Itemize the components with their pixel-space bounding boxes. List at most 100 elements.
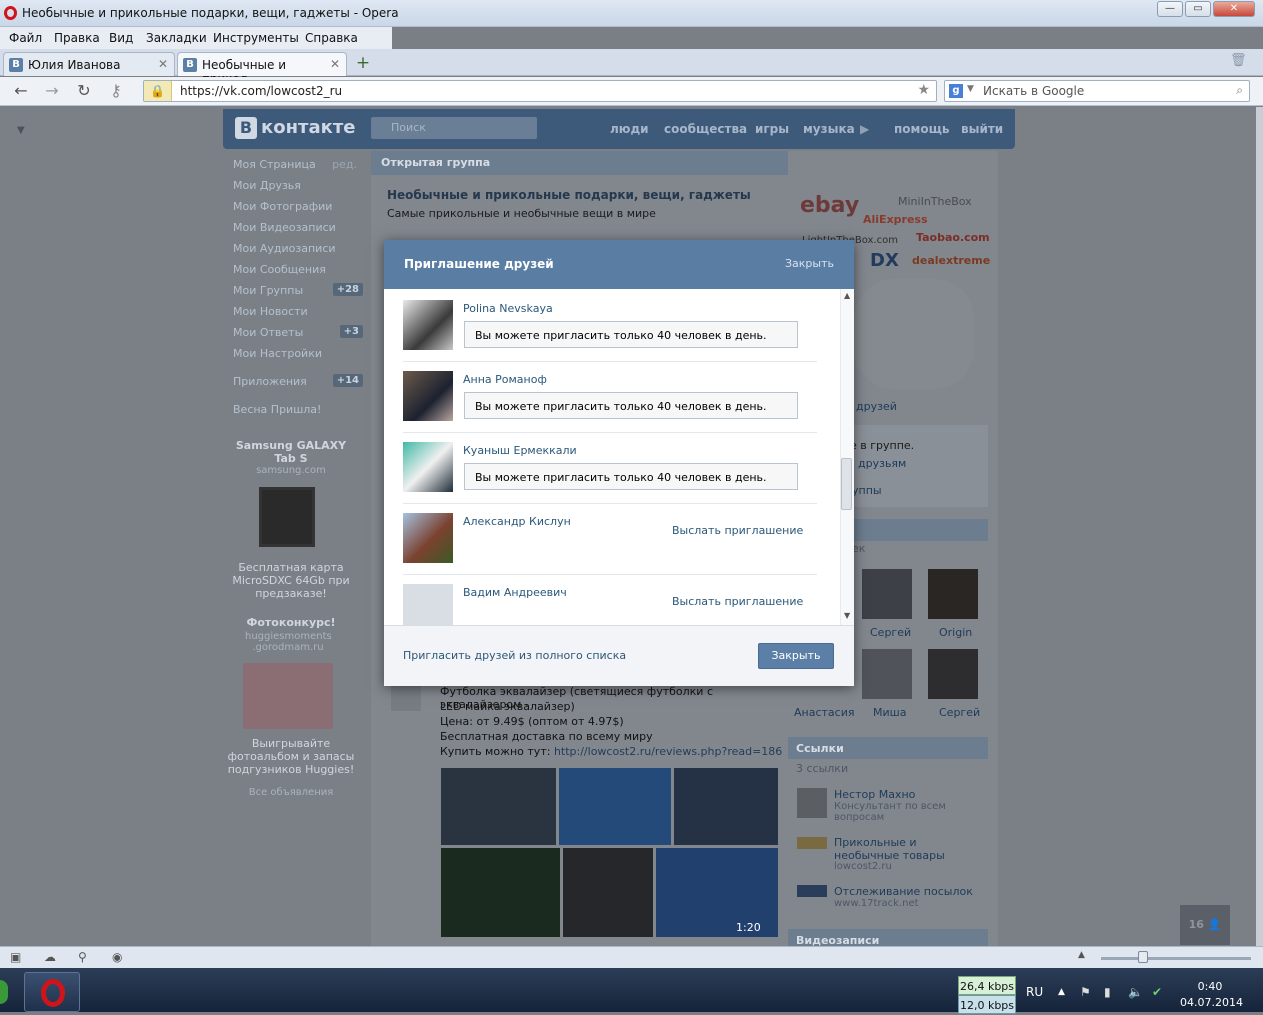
url-field[interactable]: 🔒 https://vk.com/lowcost2_ru ★ — [143, 80, 937, 102]
member-name[interactable]: Миша — [873, 706, 906, 719]
nav-games[interactable]: игры — [755, 122, 789, 136]
ad1-title[interactable]: Samsung GALAXY Tab S — [227, 439, 355, 465]
send-invite-link[interactable]: Выслать приглашение — [672, 595, 803, 608]
friend-avatar[interactable] — [403, 513, 453, 563]
nav-communities[interactable]: сообщества — [664, 122, 747, 136]
online-counter[interactable]: 16 👤 — [1180, 905, 1230, 945]
menu-view[interactable]: Вид — [109, 31, 133, 45]
friend-name[interactable]: Куаныш Ермеккали — [463, 444, 577, 457]
reload-button[interactable]: ↻ — [73, 81, 95, 101]
link-name[interactable]: Отслеживание посылок — [834, 885, 973, 898]
minimize-button[interactable]: — — [1157, 1, 1183, 17]
sidebar-item-friends[interactable]: Мои Друзья — [233, 179, 301, 192]
friend-avatar[interactable] — [403, 371, 453, 421]
menu-tools[interactable]: Инструменты — [213, 31, 299, 45]
ad1-text[interactable]: Бесплатная карта MicroSDXC 64Gb при пред… — [227, 561, 355, 600]
speed-dial-icon[interactable]: ◉ — [112, 950, 122, 964]
tab-yulia[interactable]: В Юлия Иванова ✕ — [3, 52, 175, 76]
search-field[interactable]: g ▼ Искать в Google ⌕ — [944, 80, 1250, 102]
opera-taskbar-button[interactable] — [24, 972, 80, 1012]
friend-name[interactable]: Polina Nevskaya — [463, 302, 553, 315]
ad2-text[interactable]: Выигрывайте фотоальбом и запасы подгузни… — [227, 737, 355, 776]
invite-friends-link[interactable]: друзей — [856, 400, 897, 413]
member-avatar[interactable] — [862, 569, 912, 619]
menu-bookmarks[interactable]: Закладки — [146, 31, 207, 45]
taobao-logo[interactable]: Taobao.com — [916, 231, 990, 244]
sidebar-item-photos[interactable]: Мои Фотографии — [233, 200, 332, 213]
sidebar-item-answers[interactable]: Мои Ответы — [233, 326, 303, 339]
friend-name[interactable]: Анна Романоф — [463, 373, 547, 386]
sidebar-item-apps[interactable]: Приложения — [233, 375, 307, 388]
clock[interactable]: 0:40 04.07.2014 — [1180, 980, 1243, 1009]
close-window-button[interactable]: ✕ — [1213, 1, 1255, 17]
tell-friends-link[interactable]: друзьям — [858, 457, 906, 470]
link-thumb[interactable] — [797, 788, 827, 818]
zoom-slider-handle[interactable] — [1138, 951, 1148, 963]
dropdown-icon[interactable]: ▼ — [967, 84, 974, 94]
member-avatar[interactable] — [862, 649, 912, 699]
friend-avatar[interactable] — [403, 442, 453, 492]
member-name[interactable]: Сергей — [939, 706, 980, 719]
member-avatar[interactable] — [928, 569, 978, 619]
close-tab-icon[interactable]: ✕ — [158, 57, 168, 71]
sidebar-item-news[interactable]: Мои Новости — [233, 305, 308, 318]
panel-toggle-icon[interactable]: ▼ — [17, 125, 25, 136]
aliexpress-logo[interactable]: AliExpress — [863, 213, 928, 226]
huggies-image[interactable] — [243, 663, 333, 729]
menu-edit[interactable]: Правка — [54, 31, 100, 45]
miniinthebox-logo[interactable]: MiniInTheBox — [898, 195, 972, 208]
member-avatar[interactable] — [928, 649, 978, 699]
all-ads-link[interactable]: Все объявления — [227, 787, 355, 798]
panel-icon[interactable]: ▣ — [10, 950, 21, 964]
zoom-slider[interactable] — [1101, 957, 1251, 960]
member-name[interactable]: Анастасия — [794, 706, 854, 719]
unite-icon[interactable]: ⚲ — [78, 950, 87, 964]
member-name[interactable]: Origin — [939, 626, 972, 639]
close-tab-icon[interactable]: ✕ — [330, 57, 340, 71]
page-scrollbar[interactable] — [1256, 107, 1263, 946]
tab-group[interactable]: В Необычные и прикол... ✕ — [177, 52, 347, 86]
menu-file[interactable]: Файл — [9, 31, 42, 45]
security-icon[interactable]: ✔ — [1152, 985, 1162, 999]
ad2-title[interactable]: Фотоконкурс! — [227, 616, 355, 629]
dialog-scroll-thumb[interactable] — [841, 458, 852, 510]
sidebar-item-videos[interactable]: Мои Видеозаписи — [233, 221, 336, 234]
nav-music[interactable]: музыка — [803, 122, 855, 136]
link-thumb[interactable] — [797, 885, 827, 897]
scroll-down-icon[interactable]: ▼ — [844, 611, 850, 620]
post-photo[interactable] — [674, 768, 778, 845]
dealextreme-logo[interactable]: dealextreme — [912, 254, 990, 267]
link-thumb[interactable] — [797, 837, 827, 849]
back-button[interactable]: ← — [10, 81, 32, 101]
post-buy-link[interactable]: http://lowcost2.ru/reviews.php?read=186 — [554, 745, 782, 758]
leave-group-link[interactable]: уппы — [852, 484, 882, 497]
sidebar-item-audio[interactable]: Мои Аудиозаписи — [233, 242, 336, 255]
nav-logout[interactable]: выйти — [961, 122, 1003, 136]
play-icon[interactable]: ▶ — [860, 122, 869, 136]
vk-search-input[interactable]: Поиск — [371, 117, 537, 139]
invite-from-full-list-link[interactable]: Пригласить друзей из полного списка — [403, 649, 626, 662]
tablet-image[interactable] — [259, 487, 315, 547]
sidebar-item-spring[interactable]: Весна Пришла! — [233, 403, 321, 416]
vk-logo[interactable]: Вконтакте — [235, 117, 355, 139]
dialog-close-link[interactable]: Закрыть — [785, 257, 834, 270]
friend-avatar[interactable] — [403, 584, 453, 625]
new-tab-button[interactable]: + — [352, 53, 374, 73]
post-photo[interactable] — [441, 848, 560, 937]
tray-expand-icon[interactable]: ▲ — [1058, 987, 1065, 997]
friend-name[interactable]: Вадим Андреевич — [463, 586, 567, 599]
send-invite-link[interactable]: Выслать приглашение — [672, 524, 803, 537]
language-indicator[interactable]: RU — [1026, 985, 1043, 999]
menu-help[interactable]: Справка — [305, 31, 358, 45]
ebay-logo[interactable]: ebay — [800, 193, 859, 218]
friend-avatar[interactable] — [403, 300, 453, 350]
sidebar-item-messages[interactable]: Мои Сообщения — [233, 263, 326, 276]
arrow-up-icon[interactable]: ▲ — [1078, 950, 1085, 960]
nav-help[interactable]: помощь — [894, 122, 949, 136]
signal-icon[interactable]: ▮ — [1104, 985, 1111, 999]
edit-link[interactable]: ред. — [332, 158, 357, 171]
post-photo[interactable] — [563, 848, 653, 937]
dx-logo[interactable]: DX — [870, 250, 899, 271]
forward-button[interactable]: → — [41, 81, 63, 101]
cloud-icon[interactable]: ☁ — [44, 950, 56, 964]
